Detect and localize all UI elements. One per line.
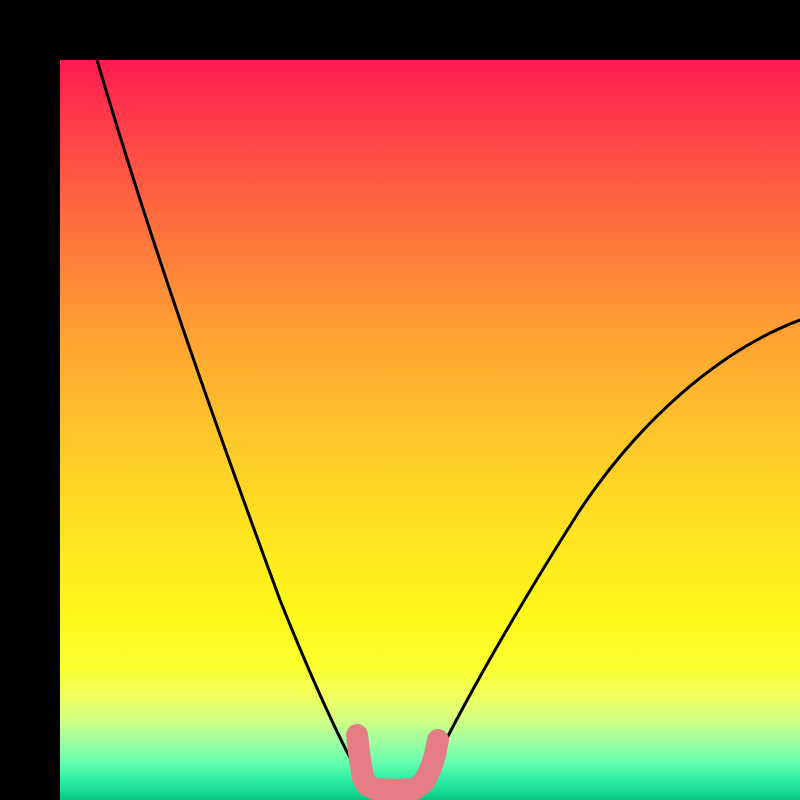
highlight-segment: [357, 735, 438, 790]
chart-frame: [0, 0, 800, 800]
plot-area: [60, 60, 800, 800]
curve-svg: [60, 60, 800, 800]
bottleneck-curve: [97, 60, 800, 790]
